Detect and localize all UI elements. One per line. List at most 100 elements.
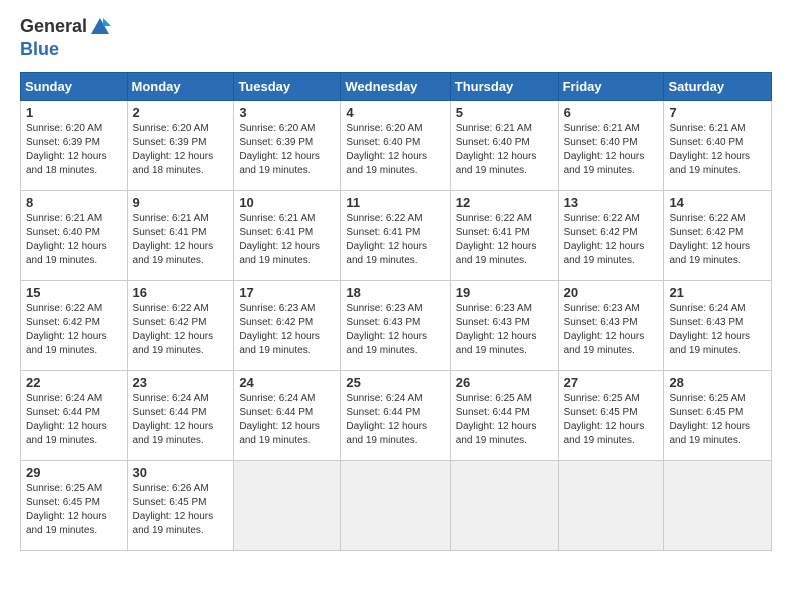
- day-info: Sunrise: 6:24 AM Sunset: 6:44 PM Dayligh…: [26, 392, 122, 448]
- day-info: Sunrise: 6:22 AM Sunset: 6:42 PM Dayligh…: [133, 302, 229, 358]
- calendar-cell: 20Sunrise: 6:23 AM Sunset: 6:43 PM Dayli…: [558, 280, 664, 370]
- day-info: Sunrise: 6:22 AM Sunset: 6:42 PM Dayligh…: [669, 212, 766, 268]
- day-number: 5: [456, 105, 553, 120]
- day-info: Sunrise: 6:22 AM Sunset: 6:42 PM Dayligh…: [26, 302, 122, 358]
- calendar-cell: 19 Sunrise: 6:23 AM Sunset: 6:43 PM Dayli…: [450, 280, 558, 370]
- week-row-2: 8 Sunrise: 6:21 AM Sunset: 6:40 PM Daylig…: [21, 190, 772, 280]
- day-number: 6: [564, 105, 659, 120]
- calendar-cell: 3 Sunrise: 6:20 AM Sunset: 6:39 PM Daylig…: [234, 100, 341, 190]
- page-container: General Blue SundayMondayTuesdayWednesda…: [0, 0, 792, 567]
- day-info: Sunrise: 6:23 AM Sunset: 6:42 PM Dayligh…: [239, 302, 335, 358]
- week-row-1: 1 Sunrise: 6:20 AM Sunset: 6:39 PM Daylig…: [21, 100, 772, 190]
- calendar-cell: [450, 460, 558, 550]
- day-number: 3: [239, 105, 335, 120]
- day-number: 24: [239, 375, 335, 390]
- day-info: Sunrise: 6:25 AM Sunset: 6:44 PM Dayligh…: [456, 392, 553, 448]
- calendar-cell: 2 Sunrise: 6:20 AM Sunset: 6:39 PM Daylig…: [127, 100, 234, 190]
- week-row-5: 29 Sunrise: 6:25 AM Sunset: 6:45 PM Dayli…: [21, 460, 772, 550]
- day-info: Sunrise: 6:25 AM Sunset: 6:45 PM Dayligh…: [669, 392, 766, 448]
- logo-blue-text: Blue: [20, 39, 59, 59]
- calendar-cell: 27 Sunrise: 6:25 AM Sunset: 6:45 PM Dayli…: [558, 370, 664, 460]
- calendar-cell: 18 Sunrise: 6:23 AM Sunset: 6:43 PM Dayli…: [341, 280, 450, 370]
- week-row-4: 22 Sunrise: 6:24 AM Sunset: 6:44 PM Dayli…: [21, 370, 772, 460]
- calendar-cell: [341, 460, 450, 550]
- page-header: General Blue: [20, 16, 772, 60]
- day-number: 20: [564, 285, 659, 300]
- day-number: 29: [26, 465, 122, 480]
- day-info: Sunrise: 6:20 AM Sunset: 6:39 PM Dayligh…: [133, 122, 229, 178]
- calendar-cell: 10Sunrise: 6:21 AM Sunset: 6:41 PM Dayli…: [234, 190, 341, 280]
- logo-icon: [89, 16, 111, 38]
- calendar-cell: 1 Sunrise: 6:20 AM Sunset: 6:39 PM Daylig…: [21, 100, 128, 190]
- weekday-header-friday: Friday: [558, 72, 664, 100]
- calendar-cell: 26Sunrise: 6:25 AM Sunset: 6:44 PM Dayli…: [450, 370, 558, 460]
- day-number: 7: [669, 105, 766, 120]
- day-number: 22: [26, 375, 122, 390]
- calendar-cell: 6 Sunrise: 6:21 AM Sunset: 6:40 PM Daylig…: [558, 100, 664, 190]
- day-number: 30: [133, 465, 229, 480]
- day-number: 4: [346, 105, 444, 120]
- week-row-3: 15 Sunrise: 6:22 AM Sunset: 6:42 PM Dayli…: [21, 280, 772, 370]
- day-number: 1: [26, 105, 122, 120]
- day-number: 27: [564, 375, 659, 390]
- day-info: Sunrise: 6:23 AM Sunset: 6:43 PM Dayligh…: [346, 302, 444, 358]
- calendar-cell: [558, 460, 664, 550]
- calendar-cell: 15 Sunrise: 6:22 AM Sunset: 6:42 PM Dayli…: [21, 280, 128, 370]
- day-number: 19: [456, 285, 553, 300]
- day-number: 11: [346, 195, 444, 210]
- calendar-cell: [234, 460, 341, 550]
- day-number: 12: [456, 195, 553, 210]
- calendar-cell: 12Sunrise: 6:22 AM Sunset: 6:41 PM Dayli…: [450, 190, 558, 280]
- calendar-cell: 22 Sunrise: 6:24 AM Sunset: 6:44 PM Dayli…: [21, 370, 128, 460]
- day-number: 9: [133, 195, 229, 210]
- weekday-header-thursday: Thursday: [450, 72, 558, 100]
- day-info: Sunrise: 6:21 AM Sunset: 6:40 PM Dayligh…: [26, 212, 122, 268]
- calendar-cell: 4 Sunrise: 6:20 AM Sunset: 6:40 PM Daylig…: [341, 100, 450, 190]
- day-info: Sunrise: 6:24 AM Sunset: 6:43 PM Dayligh…: [669, 302, 766, 358]
- day-number: 21: [669, 285, 766, 300]
- day-number: 8: [26, 195, 122, 210]
- weekday-header-saturday: Saturday: [664, 72, 772, 100]
- calendar-cell: 16 Sunrise: 6:22 AM Sunset: 6:42 PM Dayli…: [127, 280, 234, 370]
- day-number: 10: [239, 195, 335, 210]
- calendar-cell: 24 Sunrise: 6:24 AM Sunset: 6:44 PM Dayli…: [234, 370, 341, 460]
- calendar-cell: 14 Sunrise: 6:22 AM Sunset: 6:42 PM Dayli…: [664, 190, 772, 280]
- day-info: Sunrise: 6:20 AM Sunset: 6:40 PM Dayligh…: [346, 122, 444, 178]
- day-number: 17: [239, 285, 335, 300]
- day-info: Sunrise: 6:25 AM Sunset: 6:45 PM Dayligh…: [26, 482, 122, 538]
- day-info: Sunrise: 6:20 AM Sunset: 6:39 PM Dayligh…: [26, 122, 122, 178]
- day-info: Sunrise: 6:22 AM Sunset: 6:41 PM Dayligh…: [346, 212, 444, 268]
- calendar-cell: 25 Sunrise: 6:24 AM Sunset: 6:44 PM Dayli…: [341, 370, 450, 460]
- day-number: 28: [669, 375, 766, 390]
- day-info: Sunrise: 6:21 AM Sunset: 6:41 PM Dayligh…: [133, 212, 229, 268]
- calendar-cell: 5 Sunrise: 6:21 AM Sunset: 6:40 PM Daylig…: [450, 100, 558, 190]
- weekday-header-row: SundayMondayTuesdayWednesdayThursdayFrid…: [21, 72, 772, 100]
- day-number: 18: [346, 285, 444, 300]
- calendar-cell: 21 Sunrise: 6:24 AM Sunset: 6:43 PM Dayli…: [664, 280, 772, 370]
- day-number: 15: [26, 285, 122, 300]
- day-info: Sunrise: 6:21 AM Sunset: 6:40 PM Dayligh…: [564, 122, 659, 178]
- weekday-header-monday: Monday: [127, 72, 234, 100]
- weekday-header-sunday: Sunday: [21, 72, 128, 100]
- day-info: Sunrise: 6:23 AM Sunset: 6:43 PM Dayligh…: [456, 302, 553, 358]
- day-info: Sunrise: 6:21 AM Sunset: 6:40 PM Dayligh…: [669, 122, 766, 178]
- calendar-table: SundayMondayTuesdayWednesdayThursdayFrid…: [20, 72, 772, 551]
- day-info: Sunrise: 6:20 AM Sunset: 6:39 PM Dayligh…: [239, 122, 335, 178]
- weekday-header-tuesday: Tuesday: [234, 72, 341, 100]
- day-number: 23: [133, 375, 229, 390]
- calendar-cell: 7 Sunrise: 6:21 AM Sunset: 6:40 PM Daylig…: [664, 100, 772, 190]
- calendar-cell: 8 Sunrise: 6:21 AM Sunset: 6:40 PM Daylig…: [21, 190, 128, 280]
- calendar-cell: 29 Sunrise: 6:25 AM Sunset: 6:45 PM Dayli…: [21, 460, 128, 550]
- day-number: 14: [669, 195, 766, 210]
- day-info: Sunrise: 6:21 AM Sunset: 6:40 PM Dayligh…: [456, 122, 553, 178]
- day-number: 13: [564, 195, 659, 210]
- day-info: Sunrise: 6:24 AM Sunset: 6:44 PM Dayligh…: [239, 392, 335, 448]
- day-info: Sunrise: 6:25 AM Sunset: 6:45 PM Dayligh…: [564, 392, 659, 448]
- day-number: 2: [133, 105, 229, 120]
- calendar-cell: 9 Sunrise: 6:21 AM Sunset: 6:41 PM Daylig…: [127, 190, 234, 280]
- calendar-cell: 11 Sunrise: 6:22 AM Sunset: 6:41 PM Dayli…: [341, 190, 450, 280]
- calendar-cell: 23Sunrise: 6:24 AM Sunset: 6:44 PM Dayli…: [127, 370, 234, 460]
- day-number: 25: [346, 375, 444, 390]
- day-number: 16: [133, 285, 229, 300]
- day-info: Sunrise: 6:24 AM Sunset: 6:44 PM Dayligh…: [346, 392, 444, 448]
